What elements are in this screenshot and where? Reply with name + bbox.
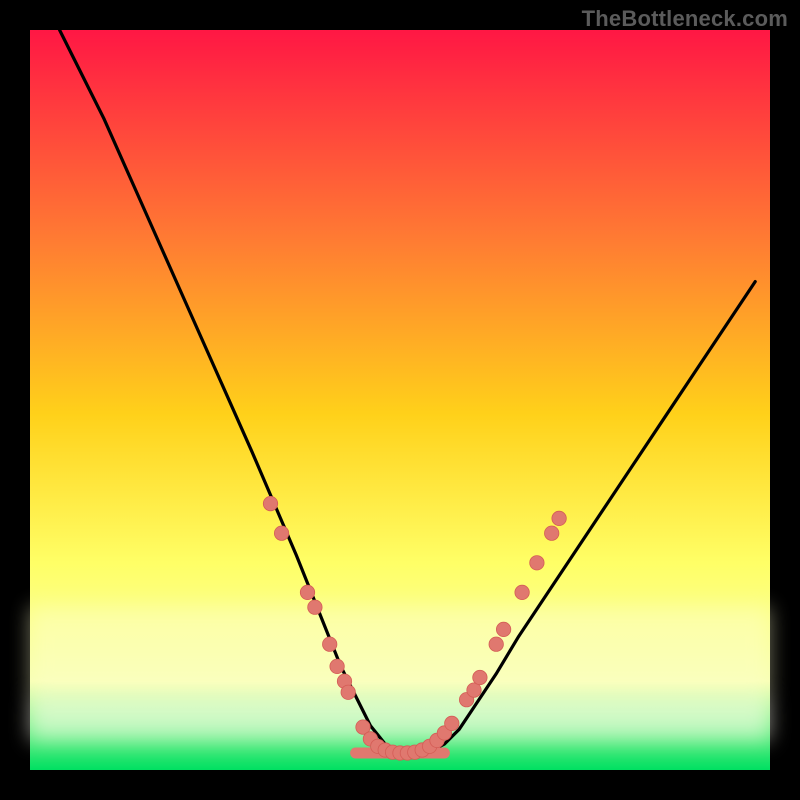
plot-area xyxy=(30,30,770,770)
watermark-text: TheBottleneck.com xyxy=(582,6,788,32)
data-dot xyxy=(308,600,322,614)
chart-frame: TheBottleneck.com xyxy=(0,0,800,800)
data-dot xyxy=(530,556,544,570)
data-dot xyxy=(489,637,503,651)
curve-layer xyxy=(30,30,770,770)
data-dot xyxy=(473,670,487,684)
data-dot xyxy=(341,685,355,699)
data-dot xyxy=(467,683,481,697)
data-dot xyxy=(445,716,459,730)
data-dot xyxy=(545,526,559,540)
data-dot xyxy=(515,585,529,599)
bottleneck-curve xyxy=(60,30,756,753)
data-dot xyxy=(323,637,337,651)
data-dot xyxy=(552,511,566,525)
data-dot xyxy=(263,496,277,510)
data-dot xyxy=(300,585,314,599)
data-dot xyxy=(330,659,344,673)
data-dot xyxy=(496,622,510,636)
data-dot xyxy=(274,526,288,540)
curve-dots xyxy=(263,496,566,760)
